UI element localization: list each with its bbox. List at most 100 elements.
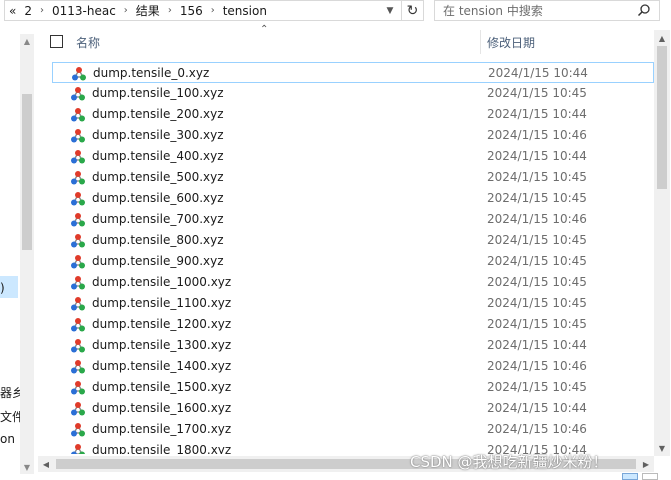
file-row[interactable]: dump.tensile_1100.xyz 2024/1/15 10:45 bbox=[52, 293, 654, 314]
file-modified-date: 2024/1/15 10:44 bbox=[488, 66, 588, 80]
scroll-down-icon[interactable]: ▼ bbox=[20, 460, 34, 474]
file-row[interactable]: dump.tensile_1500.xyz 2024/1/15 10:45 bbox=[52, 377, 654, 398]
file-row[interactable]: dump.tensile_1600.xyz 2024/1/15 10:44 bbox=[52, 398, 654, 419]
file-modified-date: 2024/1/15 10:46 bbox=[487, 212, 587, 226]
molecule-icon bbox=[70, 107, 86, 123]
vertical-scrollbar[interactable]: ▲ ▼ bbox=[654, 30, 670, 456]
file-row[interactable]: dump.tensile_200.xyz 2024/1/15 10:44 bbox=[52, 104, 654, 125]
scroll-down-icon[interactable]: ▼ bbox=[654, 440, 670, 456]
nav-item-label[interactable]: 文件 bbox=[0, 408, 20, 425]
file-name[interactable]: dump.tensile_1100.xyz bbox=[92, 296, 231, 310]
scroll-left-icon[interactable]: ◀ bbox=[38, 456, 54, 472]
large-icons-view-icon[interactable] bbox=[642, 473, 658, 480]
file-name[interactable]: dump.tensile_1600.xyz bbox=[92, 401, 231, 415]
file-modified-date: 2024/1/15 10:45 bbox=[487, 170, 587, 184]
column-date-header[interactable]: 修改日期 bbox=[487, 34, 535, 51]
file-row[interactable]: dump.tensile_400.xyz 2024/1/15 10:44 bbox=[52, 146, 654, 167]
file-row[interactable]: dump.tensile_300.xyz 2024/1/15 10:46 bbox=[52, 125, 654, 146]
breadcrumb-separator[interactable]: › bbox=[120, 5, 132, 16]
file-row[interactable]: dump.tensile_0.xyz 2024/1/15 10:44 bbox=[52, 62, 654, 83]
breadcrumb-segment[interactable]: tension bbox=[219, 4, 271, 18]
file-modified-date: 2024/1/15 10:46 bbox=[487, 128, 587, 142]
file-name[interactable]: dump.tensile_300.xyz bbox=[92, 128, 224, 142]
file-row[interactable]: dump.tensile_1400.xyz 2024/1/15 10:46 bbox=[52, 356, 654, 377]
molecule-icon bbox=[70, 212, 86, 228]
nav-scrollbar[interactable]: ▲ ▼ bbox=[20, 34, 34, 474]
overflow-chevron[interactable]: « bbox=[5, 4, 20, 18]
file-row[interactable]: dump.tensile_500.xyz 2024/1/15 10:45 bbox=[52, 167, 654, 188]
column-header: 名称 ⌃ 修改日期 bbox=[44, 24, 654, 54]
file-name[interactable]: dump.tensile_1400.xyz bbox=[92, 359, 231, 373]
vertical-scroll-thumb[interactable] bbox=[657, 46, 667, 189]
file-name[interactable]: dump.tensile_100.xyz bbox=[92, 86, 224, 100]
address-bar[interactable]: « 2 › 0113-heac › 结果 › 156 › tension ▼ ↻ bbox=[4, 0, 424, 21]
scroll-up-icon[interactable]: ▲ bbox=[654, 30, 670, 46]
breadcrumb-segment[interactable]: 0113-heac bbox=[48, 4, 120, 18]
file-row[interactable]: dump.tensile_900.xyz 2024/1/15 10:45 bbox=[52, 251, 654, 272]
breadcrumb-separator[interactable]: › bbox=[36, 5, 48, 16]
file-name[interactable]: dump.tensile_1700.xyz bbox=[92, 422, 231, 436]
file-row[interactable]: dump.tensile_100.xyz 2024/1/15 10:45 bbox=[52, 83, 654, 104]
molecule-icon bbox=[71, 66, 87, 82]
file-modified-date: 2024/1/15 10:45 bbox=[487, 86, 587, 100]
molecule-icon bbox=[70, 128, 86, 144]
file-name[interactable]: dump.tensile_1500.xyz bbox=[92, 380, 231, 394]
breadcrumb-separator[interactable]: › bbox=[164, 5, 176, 16]
details-view-icon[interactable] bbox=[622, 473, 638, 480]
molecule-icon bbox=[70, 338, 86, 354]
molecule-icon bbox=[70, 359, 86, 375]
breadcrumb-segment[interactable]: 结果 bbox=[132, 2, 164, 19]
nav-item-label[interactable]: on bbox=[0, 432, 20, 446]
column-divider[interactable] bbox=[480, 30, 481, 54]
file-name[interactable]: dump.tensile_400.xyz bbox=[92, 149, 224, 163]
chevron-down-icon[interactable]: ▼ bbox=[381, 1, 399, 20]
file-modified-date: 2024/1/15 10:45 bbox=[487, 296, 587, 310]
molecule-icon bbox=[70, 380, 86, 396]
file-name[interactable]: dump.tensile_600.xyz bbox=[92, 191, 224, 205]
file-name[interactable]: dump.tensile_200.xyz bbox=[92, 107, 224, 121]
nav-item-label[interactable]: 器乡 bbox=[0, 384, 20, 401]
file-modified-date: 2024/1/15 10:44 bbox=[487, 401, 587, 415]
refresh-icon[interactable]: ↻ bbox=[401, 1, 423, 20]
file-row[interactable]: dump.tensile_1000.xyz 2024/1/15 10:45 bbox=[52, 272, 654, 293]
nav-scroll-thumb[interactable] bbox=[22, 94, 32, 250]
molecule-icon bbox=[70, 422, 86, 438]
breadcrumb-separator[interactable]: › bbox=[207, 5, 219, 16]
column-name-header[interactable]: 名称 bbox=[76, 34, 100, 51]
breadcrumb-segment[interactable]: 2 bbox=[20, 4, 36, 18]
file-name[interactable]: dump.tensile_900.xyz bbox=[92, 254, 224, 268]
file-row[interactable]: dump.tensile_1700.xyz 2024/1/15 10:46 bbox=[52, 419, 654, 440]
file-name[interactable]: dump.tensile_500.xyz bbox=[92, 170, 224, 184]
file-row[interactable]: dump.tensile_800.xyz 2024/1/15 10:45 bbox=[52, 230, 654, 251]
view-toggle bbox=[618, 472, 668, 480]
file-name[interactable]: dump.tensile_1000.xyz bbox=[92, 275, 231, 289]
file-row[interactable]: dump.tensile_1200.xyz 2024/1/15 10:45 bbox=[52, 314, 654, 335]
breadcrumb-segment[interactable]: 156 bbox=[176, 4, 207, 18]
search-input[interactable]: 在 tension 中搜索 bbox=[434, 0, 660, 21]
file-name[interactable]: dump.tensile_0.xyz bbox=[93, 66, 209, 80]
file-modified-date: 2024/1/15 10:44 bbox=[487, 107, 587, 121]
file-name[interactable]: dump.tensile_1300.xyz bbox=[92, 338, 231, 352]
file-modified-date: 2024/1/15 10:45 bbox=[487, 254, 587, 268]
file-name[interactable]: dump.tensile_800.xyz bbox=[92, 233, 224, 247]
file-name[interactable]: dump.tensile_700.xyz bbox=[92, 212, 224, 226]
file-row[interactable]: dump.tensile_700.xyz 2024/1/15 10:46 bbox=[52, 209, 654, 230]
molecule-icon bbox=[70, 443, 86, 454]
file-name[interactable]: dump.tensile_1200.xyz bbox=[92, 317, 231, 331]
molecule-icon bbox=[70, 401, 86, 417]
molecule-icon bbox=[70, 170, 86, 186]
search-placeholder: 在 tension 中搜索 bbox=[443, 4, 543, 18]
molecule-icon bbox=[70, 233, 86, 249]
select-all-checkbox[interactable] bbox=[50, 35, 63, 48]
file-modified-date: 2024/1/15 10:46 bbox=[487, 422, 587, 436]
watermark: CSDN @我想吃新疆炒米粉！ bbox=[410, 453, 608, 471]
molecule-icon bbox=[70, 254, 86, 270]
scroll-right-icon[interactable]: ▶ bbox=[638, 456, 654, 472]
sort-ascending-icon: ⌃ bbox=[260, 24, 269, 35]
search-icon[interactable] bbox=[637, 3, 651, 17]
file-row[interactable]: dump.tensile_600.xyz 2024/1/15 10:45 bbox=[52, 188, 654, 209]
file-name[interactable]: dump.tensile_1800.xyz bbox=[92, 443, 231, 454]
file-row[interactable]: dump.tensile_1300.xyz 2024/1/15 10:44 bbox=[52, 335, 654, 356]
scroll-up-icon[interactable]: ▲ bbox=[20, 34, 34, 48]
nav-item-label[interactable]: ) bbox=[0, 281, 20, 295]
